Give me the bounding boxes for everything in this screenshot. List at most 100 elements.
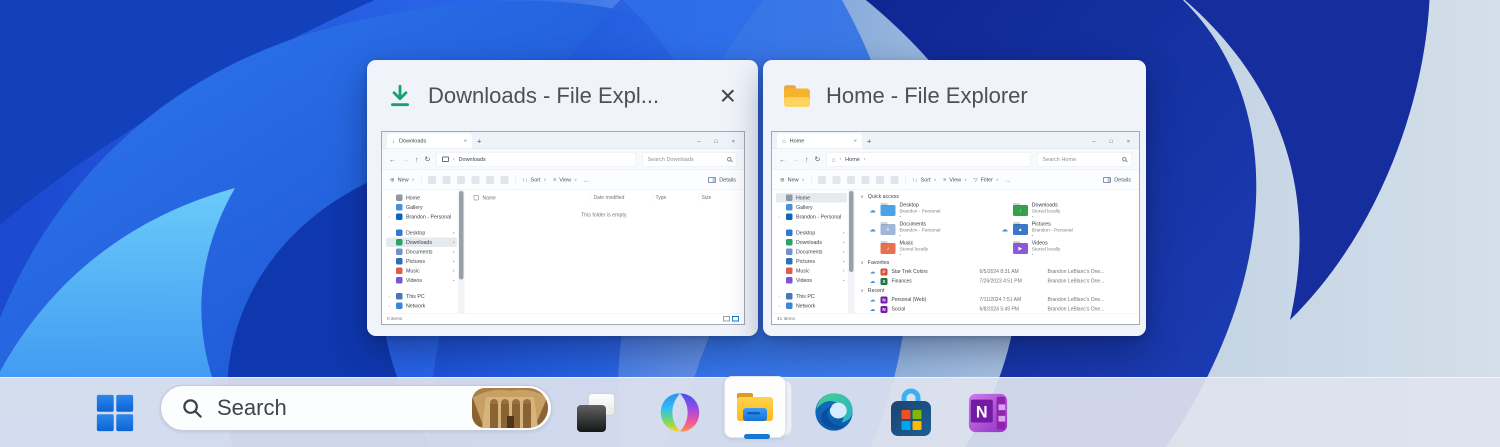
- sidebar-item[interactable]: Downloads •: [776, 238, 847, 248]
- close-button[interactable]: ×: [1127, 138, 1130, 144]
- more-button[interactable]: …: [1005, 177, 1011, 183]
- copilot-button[interactable]: [657, 390, 703, 435]
- quick-access-tile[interactable]: ↓ Downloads Stored locally •: [1001, 201, 1133, 220]
- new-tab-button[interactable]: +: [477, 137, 481, 146]
- refresh-icon[interactable]: ↻: [425, 155, 431, 164]
- column-date-modified[interactable]: Date modified: [590, 194, 652, 202]
- window-thumbnail[interactable]: ↓ Downloads × + – □ × ← → ↑ ↻ › Download…: [381, 131, 745, 325]
- filter-button[interactable]: ▽ Filter ∨: [974, 177, 999, 183]
- more-button[interactable]: …: [584, 177, 590, 183]
- paste-icon[interactable]: [847, 175, 856, 184]
- sidebar-item[interactable]: Downloads •: [386, 237, 457, 247]
- tab-close-icon[interactable]: ×: [464, 138, 467, 144]
- forward-icon[interactable]: →: [402, 155, 409, 163]
- sidebar-item[interactable]: › This PC: [386, 292, 457, 302]
- sidebar-item[interactable]: Home: [386, 193, 457, 203]
- quick-access-tile[interactable]: ☁ ▲ Pictures Brandon - Personal •: [1001, 220, 1133, 239]
- search-box[interactable]: Search Downloads: [642, 151, 737, 167]
- column-name[interactable]: Name: [471, 194, 591, 202]
- cut-icon[interactable]: [818, 175, 827, 184]
- new-button[interactable]: ⊕ New ∨: [780, 177, 805, 183]
- delete-icon[interactable]: [890, 175, 899, 184]
- back-icon[interactable]: ←: [779, 155, 786, 163]
- section-recent[interactable]: ∨ Recent: [861, 286, 1134, 295]
- chevron-down-icon[interactable]: ∨: [861, 260, 864, 266]
- edge-button[interactable]: [812, 390, 856, 434]
- start-button[interactable]: [93, 391, 137, 435]
- sidebar-item[interactable]: Gallery: [386, 203, 457, 213]
- section-favorites[interactable]: ∨ Favorites: [861, 258, 1134, 267]
- expand-chevron-icon[interactable]: ›: [779, 303, 783, 308]
- share-icon[interactable]: [486, 175, 495, 184]
- section-quick-access[interactable]: ∨ Quick access: [861, 192, 1134, 201]
- search-input[interactable]: Search: [160, 385, 552, 431]
- sidebar-item[interactable]: › This PC: [776, 292, 847, 302]
- microsoft-store-button[interactable]: [888, 386, 934, 439]
- maximize-button[interactable]: □: [714, 138, 717, 144]
- bing-daily-image[interactable]: [472, 388, 548, 428]
- expand-chevron-icon[interactable]: ›: [779, 294, 783, 299]
- copy-icon[interactable]: [832, 175, 841, 184]
- sidebar-item[interactable]: Documents •: [386, 247, 457, 257]
- chevron-down-icon[interactable]: ∨: [861, 288, 864, 294]
- scrollbar-thumb[interactable]: [459, 191, 464, 280]
- maximize-button[interactable]: □: [1109, 138, 1112, 144]
- quick-access-tile[interactable]: ♪ Music Stored locally •: [869, 239, 1001, 258]
- sidebar-item[interactable]: Desktop •: [776, 228, 847, 238]
- expand-chevron-icon[interactable]: ›: [779, 214, 783, 219]
- breadcrumb[interactable]: Home: [845, 156, 860, 162]
- cut-icon[interactable]: [428, 175, 437, 184]
- task-view-button[interactable]: [574, 391, 618, 435]
- close-button[interactable]: ×: [732, 138, 735, 144]
- sidebar-item[interactable]: › Network: [386, 301, 457, 311]
- tab-downloads[interactable]: ↓ Downloads ×: [387, 133, 472, 149]
- chevron-down-icon[interactable]: ∨: [861, 194, 864, 200]
- column-type[interactable]: Type: [652, 194, 698, 202]
- window-thumbnail[interactable]: ⌂ Home × + – □ × ← → ↑ ↻ ⌂ › Home › Sear…: [771, 131, 1140, 325]
- new-tab-button[interactable]: +: [867, 137, 871, 146]
- select-all-checkbox[interactable]: [473, 195, 479, 201]
- sidebar-item[interactable]: Pictures •: [776, 257, 847, 267]
- share-icon[interactable]: [876, 175, 885, 184]
- sidebar-item[interactable]: › Network: [776, 301, 847, 311]
- back-icon[interactable]: ←: [389, 155, 396, 163]
- up-icon[interactable]: ↑: [805, 155, 809, 163]
- up-icon[interactable]: ↑: [415, 155, 419, 163]
- view-button[interactable]: ≡ View ∨: [943, 177, 967, 183]
- details-view-toggle-icon[interactable]: [732, 316, 739, 322]
- refresh-icon[interactable]: ↻: [815, 155, 821, 164]
- scrollbar-thumb[interactable]: [849, 191, 854, 273]
- forward-icon[interactable]: →: [792, 155, 799, 163]
- address-bar[interactable]: ⌂ › Home ›: [826, 151, 1031, 167]
- file-row[interactable]: ☁ P Star Trek Colors 6/5/2024 8:31 AM Br…: [861, 267, 1134, 277]
- file-row[interactable]: ☁ N Personal (Web) 7/11/2024 7:51 AM Bra…: [861, 295, 1134, 305]
- details-button[interactable]: Details: [708, 176, 736, 183]
- minimize-button[interactable]: –: [1092, 138, 1095, 144]
- list-view-toggle-icon[interactable]: [723, 316, 730, 322]
- preview-card-home[interactable]: Home - File Explorer ⌂ Home × + – □ × ← …: [763, 60, 1146, 336]
- sidebar-item[interactable]: Documents •: [776, 247, 847, 257]
- minimize-button[interactable]: –: [697, 138, 700, 144]
- sidebar-item[interactable]: Desktop •: [386, 228, 457, 238]
- rename-icon[interactable]: [471, 175, 480, 184]
- file-explorer-button[interactable]: [724, 376, 786, 438]
- breadcrumb[interactable]: Downloads: [459, 156, 486, 162]
- file-row[interactable]: ☁ N Social 6/8/2024 5:49 PM Brandon LeBl…: [861, 305, 1134, 315]
- new-button[interactable]: ⊕ New ∨: [390, 177, 415, 183]
- rename-icon[interactable]: [861, 175, 870, 184]
- close-icon[interactable]: ×: [716, 81, 740, 110]
- tab-home[interactable]: ⌂ Home ×: [777, 133, 862, 149]
- quick-access-tile[interactable]: ☁ Desktop Brandon - Personal •: [869, 201, 1001, 220]
- tab-close-icon[interactable]: ×: [854, 138, 857, 144]
- quick-access-tile[interactable]: ▶ Videos Stored locally •: [1001, 239, 1133, 258]
- expand-chevron-icon[interactable]: ›: [389, 294, 393, 299]
- address-bar[interactable]: › Downloads: [436, 151, 636, 167]
- sidebar-item[interactable]: › Brandon - Personal: [386, 212, 457, 222]
- sort-button[interactable]: ↑↓ Sort ∨: [912, 177, 937, 183]
- expand-chevron-icon[interactable]: ›: [389, 303, 393, 308]
- sidebar-item[interactable]: Music •: [386, 266, 457, 276]
- sidebar-item[interactable]: Videos •: [386, 276, 457, 286]
- sidebar-item[interactable]: › Brandon - Personal: [776, 212, 847, 222]
- sidebar-item[interactable]: Music •: [776, 266, 847, 276]
- sort-button[interactable]: ↑↓ Sort ∨: [522, 177, 547, 183]
